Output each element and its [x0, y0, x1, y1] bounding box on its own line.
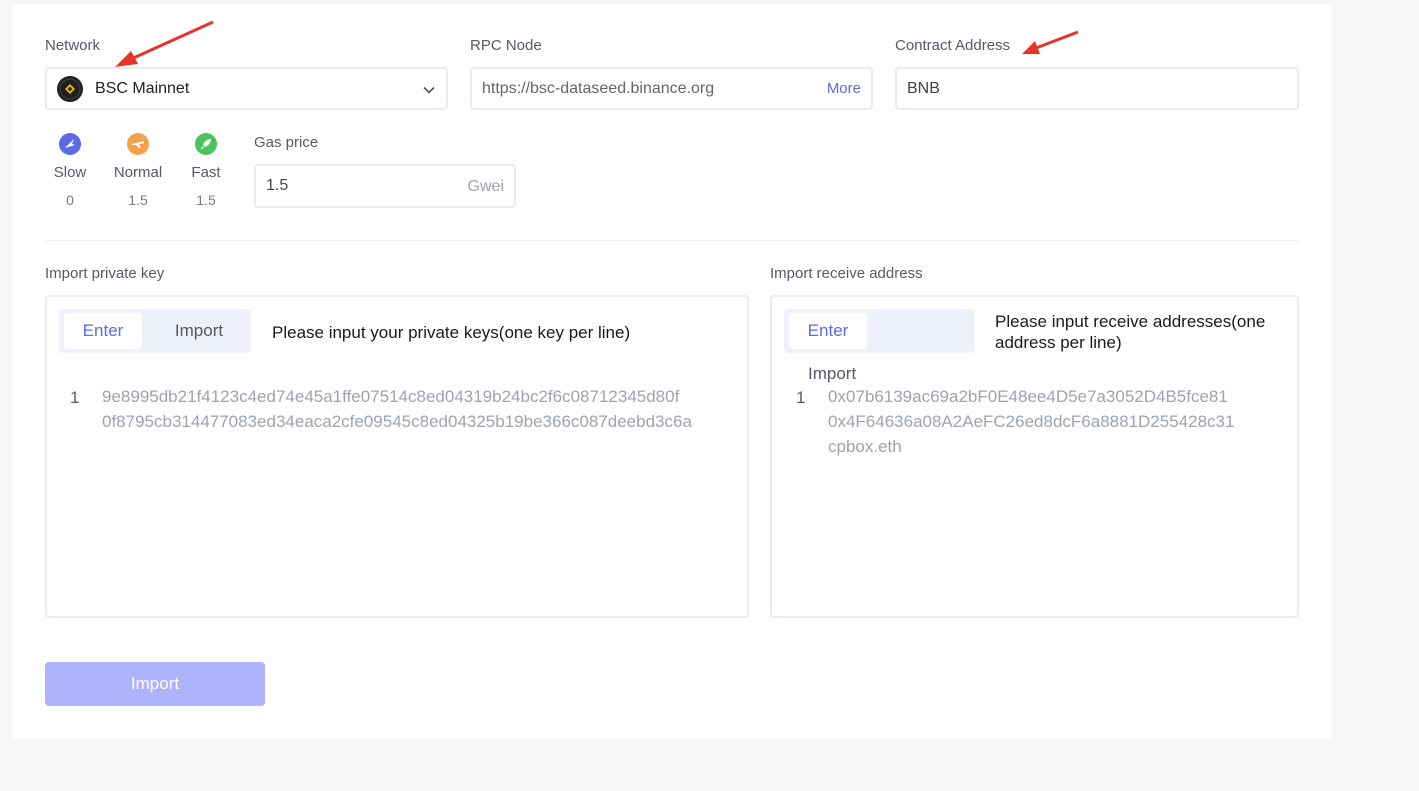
- tab-import[interactable]: Import: [157, 313, 241, 349]
- plane-icon: [127, 133, 149, 155]
- gas-price-input[interactable]: 1.5 Gwei: [254, 164, 516, 208]
- network-select[interactable]: BSC Mainnet: [45, 67, 448, 110]
- rpc-node-input[interactable]: https://bsc-dataseed.binance.org More: [470, 67, 873, 110]
- contract-address-label: Contract Address: [895, 37, 1011, 54]
- private-key-hint: Please input your private keys(one key p…: [272, 323, 631, 342]
- receive-address-editor[interactable]: Enter Please input receive addresses(one…: [770, 295, 1299, 618]
- network-selected-value: BSC Mainnet: [95, 80, 190, 97]
- line-number: 1: [70, 388, 80, 407]
- tab-enter[interactable]: Enter: [64, 313, 142, 349]
- import-button[interactable]: Import: [45, 662, 265, 706]
- tab-import[interactable]: Import: [808, 364, 856, 384]
- gas-option-value: 0: [66, 192, 74, 208]
- receive-address-text[interactable]: 0x07b6139ac69a2bF0E48ee4D5e7a3052D4B5fce…: [828, 384, 1234, 459]
- gas-option-value: 1.5: [196, 192, 216, 208]
- line-number: 1: [796, 388, 806, 407]
- code-line: 9e8995db21f4123c4ed74e45a1ffe07514c8ed04…: [102, 387, 680, 406]
- gas-option-fast[interactable]: Fast 1.5: [173, 133, 239, 208]
- code-line: 0x4F64636a08A2AeFC26ed8dcF6a8881D255428c…: [828, 412, 1235, 431]
- gas-option-normal[interactable]: Normal 1.5: [105, 133, 171, 208]
- gas-option-value: 1.5: [128, 192, 148, 208]
- receive-address-hint: Please input receive addresses(one addre…: [995, 312, 1266, 352]
- network-label: Network: [45, 37, 101, 54]
- bnb-chain-icon: [57, 76, 83, 102]
- rpc-node-label: RPC Node: [470, 37, 542, 54]
- code-line: 0x07b6139ac69a2bF0E48ee4D5e7a3052D4B5fce…: [828, 387, 1228, 406]
- code-line: cpbox.eth: [828, 437, 902, 456]
- rocket-icon: [195, 133, 217, 155]
- gas-option-slow[interactable]: Slow 0: [37, 133, 103, 208]
- rpc-more-link[interactable]: More: [827, 80, 861, 97]
- private-key-editor[interactable]: Enter Import Please input your private k…: [45, 295, 749, 618]
- tab-enter[interactable]: Enter: [789, 313, 867, 349]
- gas-price-label: Gas price: [254, 134, 319, 151]
- gas-price-value: 1.5: [266, 177, 289, 194]
- code-line: 0f8795cb314477083ed34eaca2cfe09545c8ed04…: [102, 412, 692, 431]
- contract-address-input[interactable]: BNB: [895, 67, 1299, 110]
- gas-option-name: Normal: [113, 164, 163, 181]
- gas-price-unit: Gwei: [467, 178, 504, 195]
- private-key-text[interactable]: 9e8995db21f4123c4ed74e45a1ffe07514c8ed04…: [102, 384, 692, 434]
- chevron-down-icon: [423, 86, 435, 94]
- rpc-node-value: https://bsc-dataseed.binance.org: [482, 80, 715, 97]
- bird-icon: [59, 133, 81, 155]
- gas-option-name: Fast: [191, 164, 221, 181]
- receive-address-label: Import receive address: [770, 265, 923, 282]
- private-key-label: Import private key: [45, 265, 165, 282]
- private-key-tabs: Enter Import: [59, 309, 251, 353]
- receive-tabs: Enter: [784, 309, 974, 353]
- gas-option-name: Slow: [53, 164, 87, 181]
- contract-address-value: BNB: [907, 80, 940, 97]
- section-divider: [45, 240, 1299, 241]
